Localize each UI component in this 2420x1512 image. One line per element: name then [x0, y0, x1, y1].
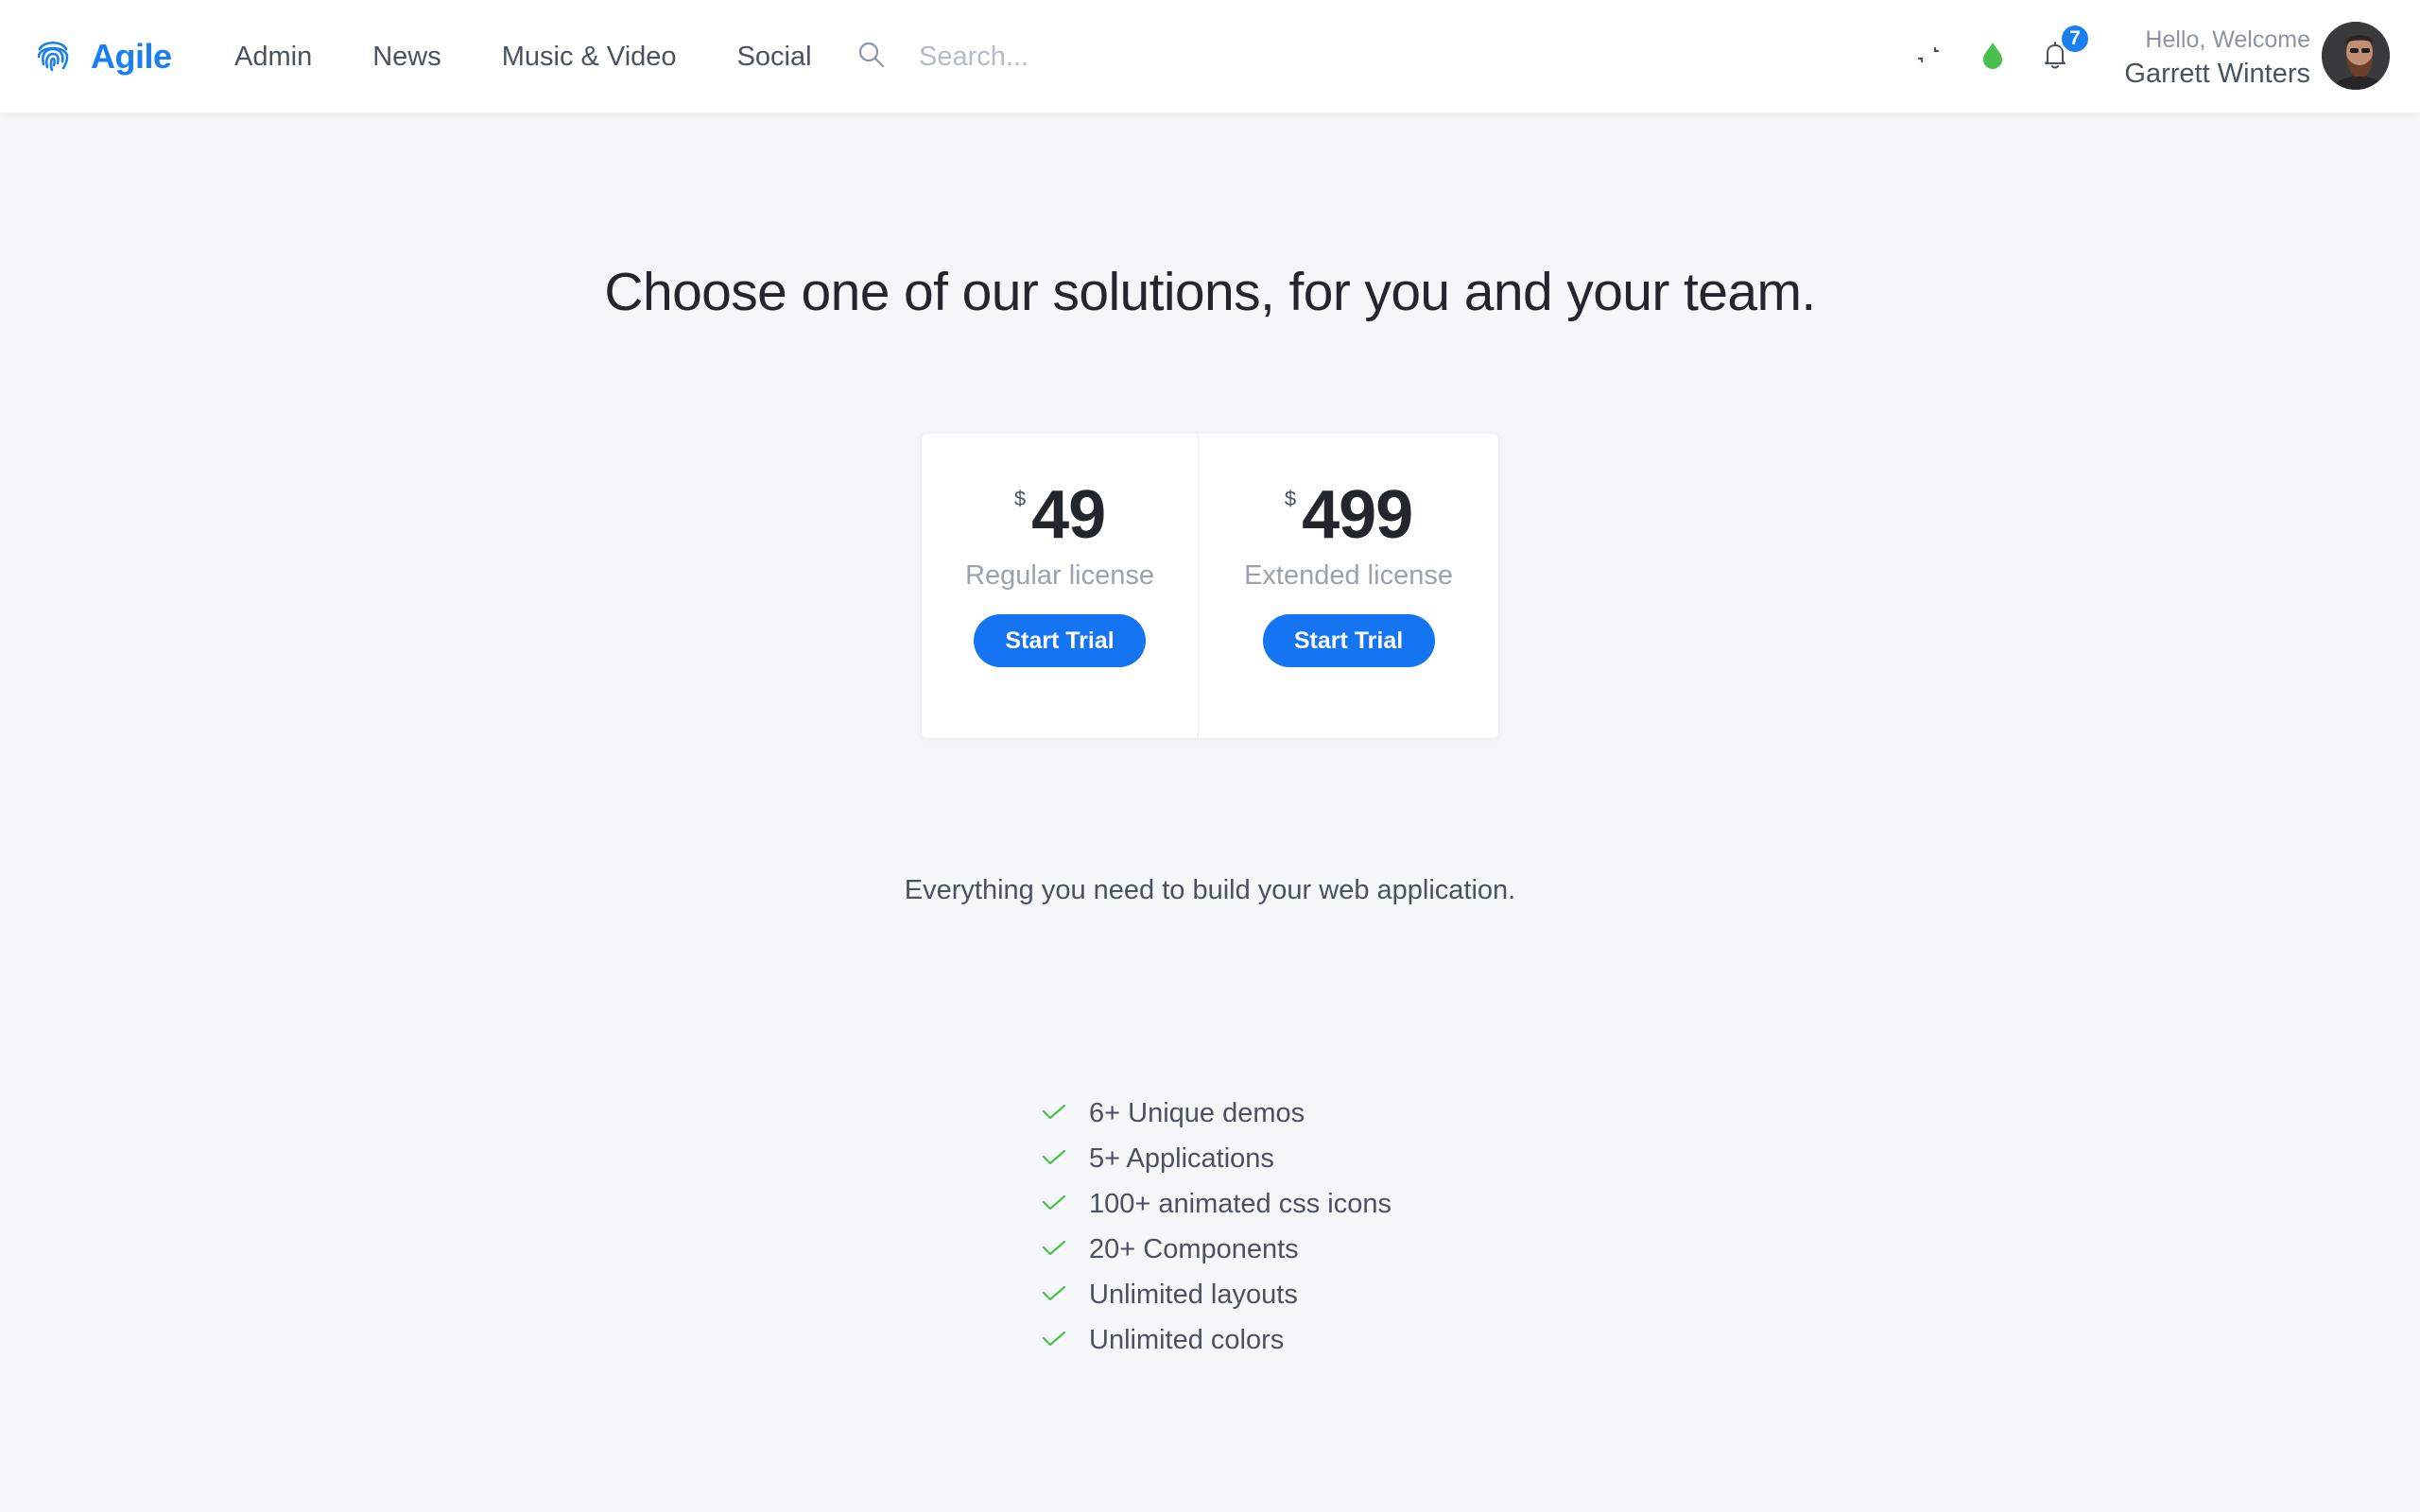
top-header: Agile Admin News Music & Video Social Se… — [0, 0, 2420, 113]
check-icon — [1040, 1279, 1089, 1312]
main-nav: Admin News Music & Video Social — [234, 36, 873, 77]
list-item: 6+ Unique demos — [1040, 1091, 1392, 1136]
price-amount: 499 — [1302, 477, 1413, 553]
page-headline: Choose one of our solutions, for you and… — [604, 262, 1816, 322]
start-trial-button-extended[interactable]: Start Trial — [1262, 614, 1435, 667]
check-icon — [1040, 1097, 1089, 1130]
price-currency: $ — [1284, 487, 1297, 510]
feature-list: 6+ Unique demos 5+ Applications 100+ ani… — [1040, 1091, 1392, 1363]
plan-name: Regular license — [965, 560, 1154, 591]
feature-label: 20+ Components — [1089, 1233, 1299, 1264]
plan-price: $ 49 — [922, 479, 1198, 551]
plan-name: Extended license — [1244, 560, 1453, 591]
feature-label: Unlimited colors — [1089, 1324, 1285, 1355]
check-icon — [1040, 1233, 1089, 1266]
user-menu[interactable]: Hello, Welcome Garrett Winters — [2124, 23, 2310, 91]
plan-card-regular: $ 49 Regular license Start Trial — [922, 434, 1200, 738]
pricing-table: $ 49 Regular license Start Trial $ 499 E… — [921, 433, 1499, 739]
user-name: Garrett Winters — [2124, 59, 2310, 89]
list-item: 100+ animated css icons — [1040, 1181, 1392, 1227]
drop-icon — [1976, 38, 2010, 77]
list-item: 20+ Components — [1040, 1227, 1392, 1272]
check-icon — [1040, 1188, 1089, 1221]
notification-badge: 7 — [2059, 23, 2091, 55]
loading-spinner-button[interactable] — [1908, 36, 1949, 77]
user-greeting: Hello, Welcome — [2145, 26, 2310, 53]
nav-item-music-video[interactable]: Music & Video — [502, 42, 677, 73]
avatar[interactable] — [2322, 22, 2390, 90]
price-amount: 49 — [1031, 477, 1106, 553]
check-icon — [1040, 1324, 1089, 1357]
price-currency: $ — [1013, 487, 1027, 510]
check-icon — [1040, 1143, 1089, 1176]
list-item: 5+ Applications — [1040, 1136, 1392, 1181]
list-item: Unlimited colors — [1040, 1317, 1392, 1363]
loading-spinner-icon — [1911, 38, 1945, 77]
plan-price: $ 499 — [1199, 479, 1498, 551]
fingerprint-icon — [34, 36, 72, 78]
feature-label: 5+ Applications — [1089, 1143, 1274, 1174]
brand-logo[interactable]: Agile — [34, 30, 172, 83]
feature-label: 100+ animated css icons — [1089, 1188, 1392, 1219]
plan-card-extended: $ 499 Extended license Start Trial — [1199, 434, 1498, 738]
tagline: Everything you need to build your web ap… — [904, 875, 1516, 905]
theme-drop-button[interactable] — [1972, 36, 2014, 77]
feature-label: 6+ Unique demos — [1089, 1097, 1305, 1128]
nav-item-social[interactable]: Social — [737, 42, 812, 73]
list-item: Unlimited layouts — [1040, 1272, 1392, 1317]
nav-item-news[interactable]: News — [372, 42, 441, 73]
brand-name: Agile — [91, 37, 172, 76]
search-bar — [856, 36, 1316, 77]
search-icon[interactable] — [856, 40, 887, 75]
nav-item-admin[interactable]: Admin — [234, 42, 312, 73]
search-input[interactable] — [919, 36, 1316, 77]
start-trial-button-regular[interactable]: Start Trial — [974, 614, 1147, 667]
feature-label: Unlimited layouts — [1089, 1279, 1298, 1310]
